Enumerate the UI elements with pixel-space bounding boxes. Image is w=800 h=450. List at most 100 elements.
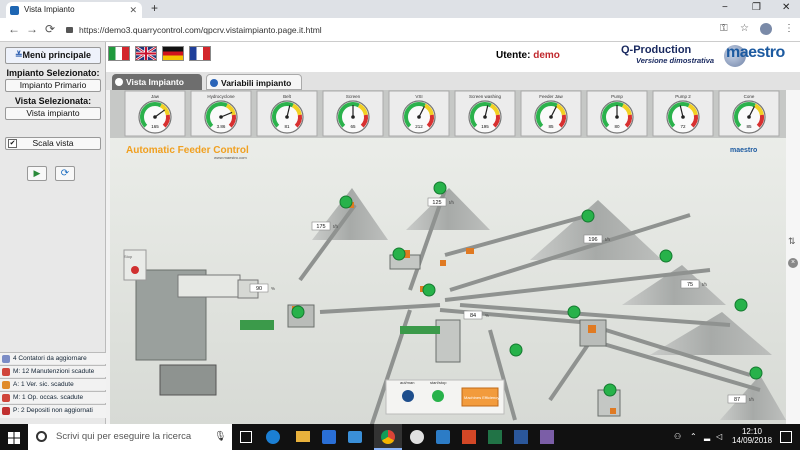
lock-icon [66,27,73,33]
alert-counters[interactable]: 4 Contatori da aggiornare [0,352,106,364]
gauge-label: Screen [346,94,361,99]
value-box-value: 84 [470,313,476,319]
excel-icon[interactable] [488,430,502,444]
gauge-label: Pump [611,94,623,99]
app-page: ≚Menù principale Impianto Selezionato: I… [0,42,800,431]
gauge-hub [615,115,619,119]
alert-maintenance[interactable]: M: 12 Manutenzioni scadute [0,365,106,377]
notifications-icon[interactable] [780,431,792,443]
value-box-value: 196 [588,237,597,243]
emergency-stop-button[interactable] [131,266,139,274]
vista-select[interactable]: Vista impianto [5,107,101,120]
word-icon[interactable] [514,430,528,444]
tray-chevron-icon[interactable]: ⌃ [690,432,697,441]
alert-safety[interactable]: A: 1 Ver. sic. scadute [0,378,106,390]
gauge-hub [417,115,421,119]
tab-vista-impianto[interactable]: Vista Impianto [112,74,202,90]
task-view-icon[interactable] [240,431,252,443]
refresh-button[interactable]: ⟳ [55,166,75,181]
scene-logo: maestro [730,147,757,154]
vista-label: Vista Selezionata: [14,96,92,106]
new-tab-button[interactable]: + [151,1,158,15]
brand-subtitle: Versione dimostrativa [636,56,715,65]
gauge-reading: 85 [548,124,554,129]
value-box-value: 75 [687,282,693,288]
value-box-unit: % [485,313,489,318]
value-box-value: 90 [256,286,262,292]
main-menu-button[interactable]: ≚Menù principale [5,47,101,64]
play-button[interactable]: ▶ [27,166,47,181]
flag-france-icon[interactable] [189,46,211,61]
chrome-taskbar-item[interactable] [374,424,402,450]
flag-germany-icon[interactable] [162,46,184,61]
alert-occasional[interactable]: M: 1 Op. occas. scadute [0,391,106,403]
scala-vista-toggle[interactable]: ✔ Scala vista [5,137,101,150]
value-box: 87 t/h [727,394,755,404]
url-field[interactable]: https://demo3.quarrycontrol.com/qpcrv.vi… [64,22,684,38]
search-placeholder: Scrivi qui per eseguire la ricerca [56,431,192,442]
tab-variabili-impianto[interactable]: Variabili impianto [206,74,302,90]
value-box-unit: t/h [749,397,755,402]
powerpoint-icon[interactable] [462,430,476,444]
profile-avatar[interactable] [760,23,772,35]
wrench-icon [2,394,10,402]
key-icon[interactable]: ⚿ [720,23,728,34]
back-icon[interactable]: ← [8,22,20,36]
url-text: https://demo3.quarrycontrol.com/qpcrv.vi… [79,25,322,35]
clock[interactable]: 12:10 14/09/2018 [732,427,772,445]
view-tabs: Vista Impianto Variabili impianto [106,72,800,90]
gauge-label: Feeder Jaw [539,94,563,99]
flag-italy-icon[interactable] [108,46,130,61]
vertical-scrollbar[interactable]: ⇅ × [786,90,800,424]
value-box: 90% [249,283,275,293]
gauge-label: Belt [283,94,292,99]
flag-uk-icon[interactable] [135,45,157,62]
maximize-icon[interactable]: ❐ [752,2,761,13]
volume-icon[interactable]: ◁ [716,432,722,441]
plant-diagram: Jaw 165 Hydrocyclone 3.86 Belt 81 Screen 65 VSI 2… [110,90,786,431]
tab-close-icon[interactable]: ✕ [129,2,137,18]
edge-icon[interactable] [266,430,280,444]
reload-icon[interactable]: ⟳ [45,22,55,36]
gauge-hub [549,115,553,119]
value-box-value: 87 [734,397,740,403]
mic-icon[interactable]: 🎙 [214,424,226,450]
gauge-reading: 72 [680,124,686,129]
app-icon[interactable] [540,430,554,444]
double-chevron-icon: ≚ [14,50,23,60]
window-close-icon[interactable]: ✕ [782,2,790,13]
bookmark-star-icon[interactable]: ☆ [740,23,749,34]
gauge-hub [153,115,157,119]
forward-icon[interactable]: → [26,22,38,36]
value-box-unit: t/h [605,237,611,242]
minimize-icon[interactable]: − [722,2,728,13]
windows-start-icon[interactable] [8,431,20,444]
mail-icon[interactable] [348,431,362,443]
close-overlay-icon[interactable]: × [788,258,798,268]
resize-icon[interactable]: ⇅ [788,236,798,248]
taskbar: Scrivi qui per eseguire la ricerca 🎙 ⚇ ⌃… [0,424,800,450]
app-icon[interactable] [410,430,424,444]
gauge: VSI 212 [388,90,450,137]
app-icon[interactable] [436,430,450,444]
impianto-select[interactable]: Impianto Primario [5,79,101,92]
taskbar-search[interactable]: Scrivi qui per eseguire la ricerca 🎙 [28,424,232,450]
gauge: Jaw 165 [124,90,186,137]
automan-toggle[interactable] [402,390,414,402]
store-icon[interactable] [322,430,336,444]
gauge-label: Pump 2 [675,94,691,99]
browser-menu-icon[interactable]: ⋮ [784,23,794,34]
startstop-button[interactable] [432,390,444,402]
alert-deposits[interactable]: P: 2 Depositi non aggiornati [0,404,106,418]
checkbox-icon[interactable]: ✔ [8,139,17,148]
gauge-hub [351,115,355,119]
scene-site: www.maestro.com [214,155,247,160]
loader [159,364,217,396]
gauge-label: Hydrocyclone [207,94,235,99]
network-icon[interactable]: ▂ [704,432,710,441]
search-icon [36,431,47,442]
browser-tab[interactable]: Vista Impianto ✕ [6,2,142,18]
value-box-unit: t/h [449,200,455,205]
folder-icon[interactable] [296,431,310,442]
people-icon[interactable]: ⚇ [674,432,681,441]
